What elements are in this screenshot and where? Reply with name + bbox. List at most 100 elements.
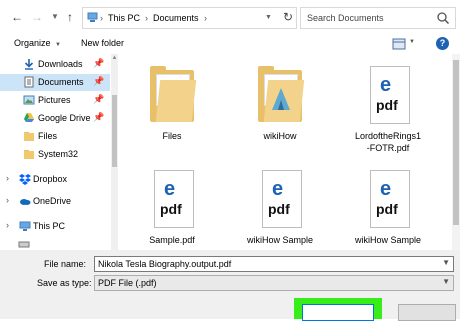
file-name: Files bbox=[162, 131, 182, 141]
file-item-files-folder[interactable]: Files bbox=[122, 60, 222, 155]
folder-icon bbox=[150, 66, 197, 124]
nav-item-onedrive[interactable]: › OneDrive bbox=[0, 193, 110, 210]
content-scrollbar-thumb[interactable] bbox=[453, 60, 459, 225]
cancel-button[interactable] bbox=[398, 304, 456, 321]
file-name: wikiHow Sample bbox=[246, 235, 314, 245]
breadcrumb-separator-icon: › bbox=[204, 13, 207, 23]
address-bar-row: ← → ▼ ↑ › This PC › Documents › ▼ ↻ Sear… bbox=[0, 0, 460, 34]
file-name: LordoftheRings1 -FOTR.pdf bbox=[354, 131, 422, 153]
pin-icon: 📌 bbox=[93, 76, 105, 86]
pdf-file-icon: e pdf bbox=[150, 170, 196, 228]
command-bar: Organize ▼ New folder ▼ ? bbox=[0, 34, 460, 54]
pin-icon: 📌 bbox=[93, 112, 105, 122]
save-panel: File name: Nikola Tesla Biography.output… bbox=[0, 250, 460, 321]
search-input[interactable]: Search Documents bbox=[307, 11, 384, 25]
pdf-file-icon: e pdf bbox=[366, 170, 412, 228]
pin-icon: 📌 bbox=[93, 94, 105, 104]
nav-item-pictures[interactable]: Pictures 📌 bbox=[0, 92, 110, 109]
organize-label: Organize bbox=[14, 38, 51, 48]
view-options-button[interactable]: ▼ bbox=[392, 36, 418, 52]
nav-item-label: Pictures bbox=[38, 95, 71, 105]
pdf-file-icon: e pdf bbox=[258, 170, 304, 228]
file-item-wikihow-folder[interactable]: wikiHow bbox=[230, 60, 330, 155]
file-list: Files wikiHow e pdf LordoftheRings1 -FOT… bbox=[122, 54, 460, 250]
file-name-value[interactable]: Nikola Tesla Biography.output.pdf bbox=[98, 258, 231, 270]
pin-icon: 📌 bbox=[93, 58, 105, 68]
nav-item-documents[interactable]: Documents 📌 bbox=[0, 74, 110, 91]
navigation-pane: Downloads 📌 Documents 📌 Pictures 📌 Googl… bbox=[0, 54, 118, 250]
breadcrumb-this-pc[interactable]: This PC bbox=[108, 11, 140, 25]
forward-arrow-icon[interactable]: → bbox=[30, 9, 44, 25]
documents-icon bbox=[24, 76, 34, 88]
dropbox-icon bbox=[19, 174, 31, 185]
edge-logo-icon: e bbox=[380, 74, 392, 96]
nav-item-label: Downloads bbox=[38, 59, 83, 69]
expand-chevron-icon[interactable]: › bbox=[6, 195, 9, 205]
save-as-type-select[interactable]: PDF File (.pdf) ▼ bbox=[94, 275, 454, 291]
view-icon bbox=[392, 38, 406, 50]
file-item-wikihow-sample-pdf[interactable]: e pdf wikiHow Sample bbox=[230, 164, 330, 250]
nav-item-label: OneDrive bbox=[33, 196, 72, 206]
save-button[interactable] bbox=[302, 304, 374, 321]
folder-icon bbox=[24, 150, 34, 159]
search-icon bbox=[437, 12, 450, 25]
drive-icon bbox=[18, 241, 30, 248]
scroll-up-icon[interactable]: ▲ bbox=[111, 54, 118, 62]
onedrive-icon bbox=[20, 199, 31, 205]
download-icon bbox=[24, 59, 34, 70]
chevron-down-icon: ▼ bbox=[55, 42, 61, 48]
expand-chevron-icon[interactable]: › bbox=[6, 173, 9, 183]
pc-icon bbox=[19, 221, 31, 231]
file-name-label: File name: bbox=[44, 259, 87, 269]
image-thumbnail-icon bbox=[272, 88, 290, 110]
expand-chevron-icon[interactable]: › bbox=[6, 220, 9, 230]
save-as-type-value: PDF File (.pdf) bbox=[98, 278, 157, 288]
nav-item-label: Dropbox bbox=[33, 174, 68, 184]
nav-item-files[interactable]: Files bbox=[0, 128, 110, 145]
chevron-down-icon: ▼ bbox=[409, 39, 415, 45]
edge-logo-icon: e bbox=[164, 178, 176, 200]
save-as-type-label: Save as type: bbox=[37, 278, 92, 288]
folder-icon bbox=[258, 66, 305, 124]
pc-breadcrumb-icon bbox=[87, 12, 98, 22]
nav-item-label: System32 bbox=[38, 149, 79, 159]
breadcrumb[interactable]: › This PC › Documents › ▼ bbox=[82, 7, 297, 29]
nav-item-downloads[interactable]: Downloads 📌 bbox=[0, 56, 110, 73]
folder-icon bbox=[24, 132, 34, 141]
file-name: Sample.pdf bbox=[149, 235, 195, 245]
up-arrow-icon[interactable]: ↑ bbox=[63, 9, 77, 25]
file-name: wikiHow Sample bbox=[354, 235, 422, 245]
recent-locations-chevron-icon[interactable]: ▼ bbox=[48, 9, 62, 25]
google-drive-icon bbox=[24, 113, 34, 122]
address-dropdown-icon[interactable]: ▼ bbox=[265, 11, 272, 25]
edge-logo-icon: e bbox=[272, 178, 284, 200]
organize-button[interactable]: Organize ▼ bbox=[14, 38, 61, 48]
breadcrumb-documents[interactable]: Documents bbox=[153, 11, 199, 25]
breadcrumb-separator-icon: › bbox=[100, 13, 103, 23]
file-name: wikiHow bbox=[263, 131, 297, 141]
nav-item-label: Google Drive bbox=[38, 113, 91, 123]
nav-item-label: Files bbox=[38, 131, 58, 141]
file-item-sample-pdf[interactable]: e pdf Sample.pdf bbox=[122, 164, 222, 250]
search-box[interactable]: Search Documents bbox=[300, 7, 456, 29]
file-item-wikihow-sample-pdf-2[interactable]: e pdf wikiHow Sample bbox=[338, 164, 438, 250]
nav-item-label: This PC bbox=[33, 221, 66, 231]
nav-item-google-drive[interactable]: Google Drive 📌 bbox=[0, 110, 110, 127]
chevron-down-icon[interactable]: ▼ bbox=[442, 258, 450, 267]
file-name-field[interactable]: Nikola Tesla Biography.output.pdf ▼ bbox=[94, 256, 454, 272]
nav-scrollbar-thumb[interactable] bbox=[112, 95, 117, 167]
edge-logo-icon: e bbox=[380, 178, 392, 200]
nav-item-label: Documents bbox=[38, 77, 84, 87]
nav-item-system32[interactable]: System32 bbox=[0, 146, 110, 163]
refresh-icon[interactable]: ↻ bbox=[281, 9, 295, 25]
help-button[interactable]: ? bbox=[436, 37, 449, 50]
nav-item-dropbox[interactable]: › Dropbox bbox=[0, 171, 110, 188]
chevron-down-icon[interactable]: ▼ bbox=[442, 277, 450, 286]
pictures-icon bbox=[23, 95, 35, 105]
new-folder-button[interactable]: New folder bbox=[81, 38, 124, 48]
breadcrumb-separator-icon: › bbox=[145, 13, 148, 23]
back-arrow-icon[interactable]: ← bbox=[10, 9, 24, 25]
file-item-lordoftherings-pdf[interactable]: e pdf LordoftheRings1 -FOTR.pdf bbox=[338, 60, 438, 155]
pdf-file-icon: e pdf bbox=[366, 66, 412, 124]
nav-item-this-pc[interactable]: › This PC bbox=[0, 218, 110, 235]
